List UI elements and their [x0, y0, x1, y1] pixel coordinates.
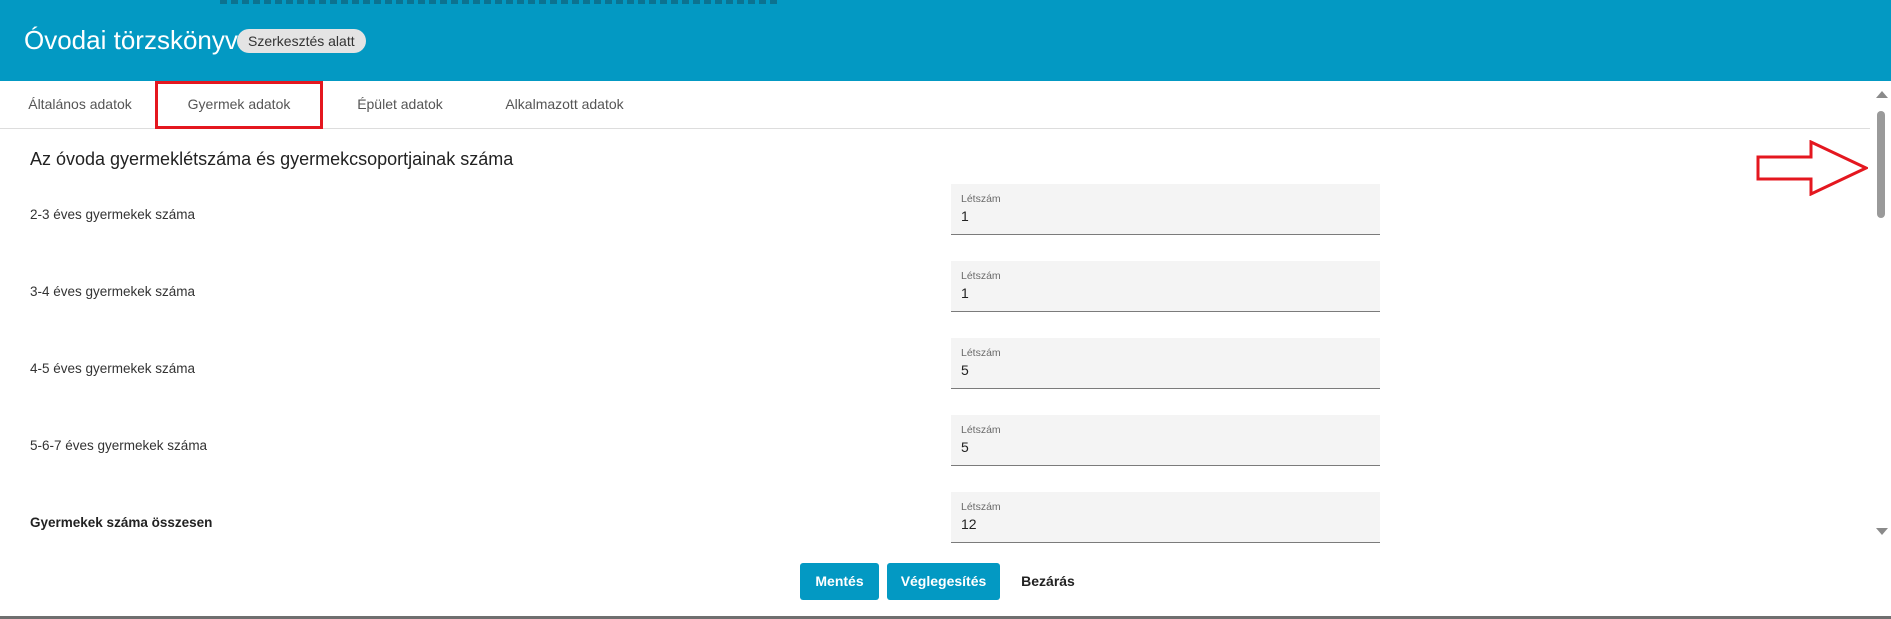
headcount-field-age-4-5[interactable]: Létszám — [951, 338, 1380, 389]
headcount-field-age-5-6-7[interactable]: Létszám — [951, 415, 1380, 466]
scroll-up-arrow-icon[interactable] — [1876, 91, 1888, 98]
field-label: Létszám — [961, 424, 1001, 436]
close-button[interactable]: Bezárás — [1018, 563, 1078, 600]
scroll-down-arrow-icon[interactable] — [1876, 528, 1888, 535]
tab-employee-data[interactable]: Alkalmazott adatok — [492, 81, 637, 128]
red-arrow-annotation-icon — [1756, 140, 1868, 196]
headcount-input-age-5-6-7[interactable] — [961, 437, 1361, 457]
headcount-input-age-2-3[interactable] — [961, 206, 1361, 226]
field-label: Létszám — [961, 501, 1001, 513]
headcount-input-age-4-5[interactable] — [961, 360, 1361, 380]
row-label-age-4-5: 4-5 éves gyermekek száma — [30, 361, 196, 376]
headcount-field-age-2-3[interactable]: Létszám — [951, 184, 1380, 235]
headcount-input-total[interactable] — [961, 514, 1361, 534]
status-badge: Szerkesztés alatt — [237, 29, 366, 53]
section-title: Az óvoda gyermeklétszáma és gyermekcsopo… — [30, 149, 514, 169]
scrollbar-thumb[interactable] — [1877, 111, 1885, 218]
page-title: Óvodai törzskönyv — [24, 25, 238, 55]
tab-general-data[interactable]: Általános adatok — [14, 81, 146, 128]
tab-child-data[interactable]: Gyermek adatok — [158, 81, 320, 128]
row-label-age-3-4: 3-4 éves gyermekek száma — [30, 284, 196, 299]
tab-bar: Általános adatok Gyermek adatok Épület a… — [0, 81, 1870, 129]
dialog-footer: Mentés Véglegesítés Bezárás — [0, 554, 1870, 616]
dialog: Óvodai törzskönyv Szerkesztés alatt Álta… — [0, 0, 1891, 616]
field-label: Létszám — [961, 193, 1001, 205]
row-label-age-2-3: 2-3 éves gyermekek száma — [30, 207, 196, 222]
background-page-strip — [220, 0, 780, 4]
finalize-button[interactable]: Véglegesítés — [887, 563, 1000, 600]
field-label: Létszám — [961, 347, 1001, 359]
headcount-input-age-3-4[interactable] — [961, 283, 1361, 303]
headcount-field-age-3-4[interactable]: Létszám — [951, 261, 1380, 312]
field-label: Létszám — [961, 270, 1001, 282]
save-button[interactable]: Mentés — [800, 563, 879, 600]
vertical-scrollbar[interactable] — [1870, 81, 1891, 554]
form-content: Az óvoda gyermeklétszáma és gyermekcsopo… — [0, 129, 1870, 554]
row-label-total: Gyermekek száma összesen — [30, 515, 213, 530]
tab-building-data[interactable]: Épület adatok — [340, 81, 460, 128]
dialog-header: Óvodai törzskönyv Szerkesztés alatt — [0, 0, 1891, 81]
row-label-age-5-6-7: 5-6-7 éves gyermekek száma — [30, 438, 208, 453]
headcount-field-total[interactable]: Létszám — [951, 492, 1380, 543]
